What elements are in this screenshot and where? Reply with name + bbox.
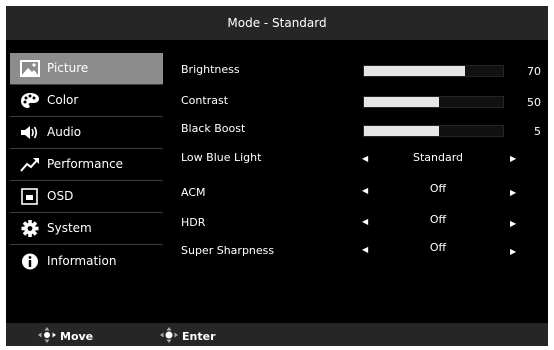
trend-arrow-icon xyxy=(20,156,40,173)
sidebar-item-system[interactable]: System xyxy=(10,213,163,244)
brightness-label: Brightness xyxy=(181,63,240,76)
sidebar-item-label: Color xyxy=(47,93,79,107)
osd-menu: Mode - Standard Picture Color Audio Perf… xyxy=(6,6,548,346)
picture-icon xyxy=(20,60,40,77)
sidebar-item-performance[interactable]: Performance xyxy=(10,149,163,180)
black-boost-value: 5 xyxy=(534,125,541,138)
contrast-slider-fill xyxy=(364,97,440,107)
sidebar-item-osd[interactable]: OSD xyxy=(10,181,163,212)
hdr-label: HDR xyxy=(181,216,206,229)
sidebar-item-information[interactable]: Information xyxy=(10,246,163,277)
move-hint: Move xyxy=(36,327,93,346)
sidebar-item-color[interactable]: Color xyxy=(10,85,163,116)
enter-hint: Enter xyxy=(158,327,216,346)
footer-hints: Move Enter xyxy=(6,323,548,346)
left-arrow-icon[interactable]: ◀ xyxy=(362,186,368,196)
gear-icon xyxy=(20,220,40,237)
contrast-value: 50 xyxy=(527,96,541,109)
acm-value: Off xyxy=(429,182,447,195)
sidebar-item-label: System xyxy=(47,221,92,235)
black-boost-label: Black Boost xyxy=(181,122,246,135)
sidebar-item-label: Information xyxy=(47,254,117,268)
joystick-enter-icon xyxy=(158,327,182,346)
mode-title-bar: Mode - Standard xyxy=(6,6,548,40)
right-arrow-icon[interactable]: ▶ xyxy=(510,247,516,257)
contrast-label: Contrast xyxy=(181,94,229,107)
left-arrow-icon[interactable]: ◀ xyxy=(362,245,368,255)
left-arrow-icon[interactable]: ◀ xyxy=(362,154,368,164)
super-sharpness-label: Super Sharpness xyxy=(181,244,275,257)
sidebar-item-label: Audio xyxy=(47,125,82,139)
enter-label: Enter xyxy=(182,330,216,343)
sidebar-item-picture[interactable]: Picture xyxy=(10,53,163,84)
left-arrow-icon[interactable]: ◀ xyxy=(362,217,368,227)
contrast-slider[interactable] xyxy=(363,96,504,108)
sidebar-item-label: Picture xyxy=(47,61,89,75)
right-arrow-icon[interactable]: ▶ xyxy=(510,219,516,229)
brightness-slider-fill xyxy=(364,66,466,76)
joystick-move-icon xyxy=(36,327,60,346)
mode-title: Mode - Standard xyxy=(227,16,327,30)
move-label: Move xyxy=(60,330,94,343)
sidebar-item-audio[interactable]: Audio xyxy=(10,117,163,148)
divider xyxy=(10,244,163,245)
brightness-slider[interactable] xyxy=(363,65,504,77)
low-blue-light-value: Standard xyxy=(412,151,464,164)
right-arrow-icon[interactable]: ▶ xyxy=(510,188,516,198)
super-sharpness-value: Off xyxy=(429,241,447,254)
brightness-value: 70 xyxy=(527,65,541,78)
osd-window-icon xyxy=(20,188,40,205)
black-boost-slider-fill xyxy=(364,126,440,136)
hdr-value: Off xyxy=(429,213,447,226)
acm-label: ACM xyxy=(181,186,206,199)
right-arrow-icon[interactable]: ▶ xyxy=(510,154,516,164)
sidebar-item-label: OSD xyxy=(47,189,74,203)
sidebar-item-label: Performance xyxy=(47,157,124,171)
low-blue-light-label: Low Blue Light xyxy=(181,151,262,164)
info-icon xyxy=(20,253,40,270)
palette-icon xyxy=(20,92,40,109)
black-boost-slider[interactable] xyxy=(363,125,504,137)
speaker-icon xyxy=(20,124,40,141)
